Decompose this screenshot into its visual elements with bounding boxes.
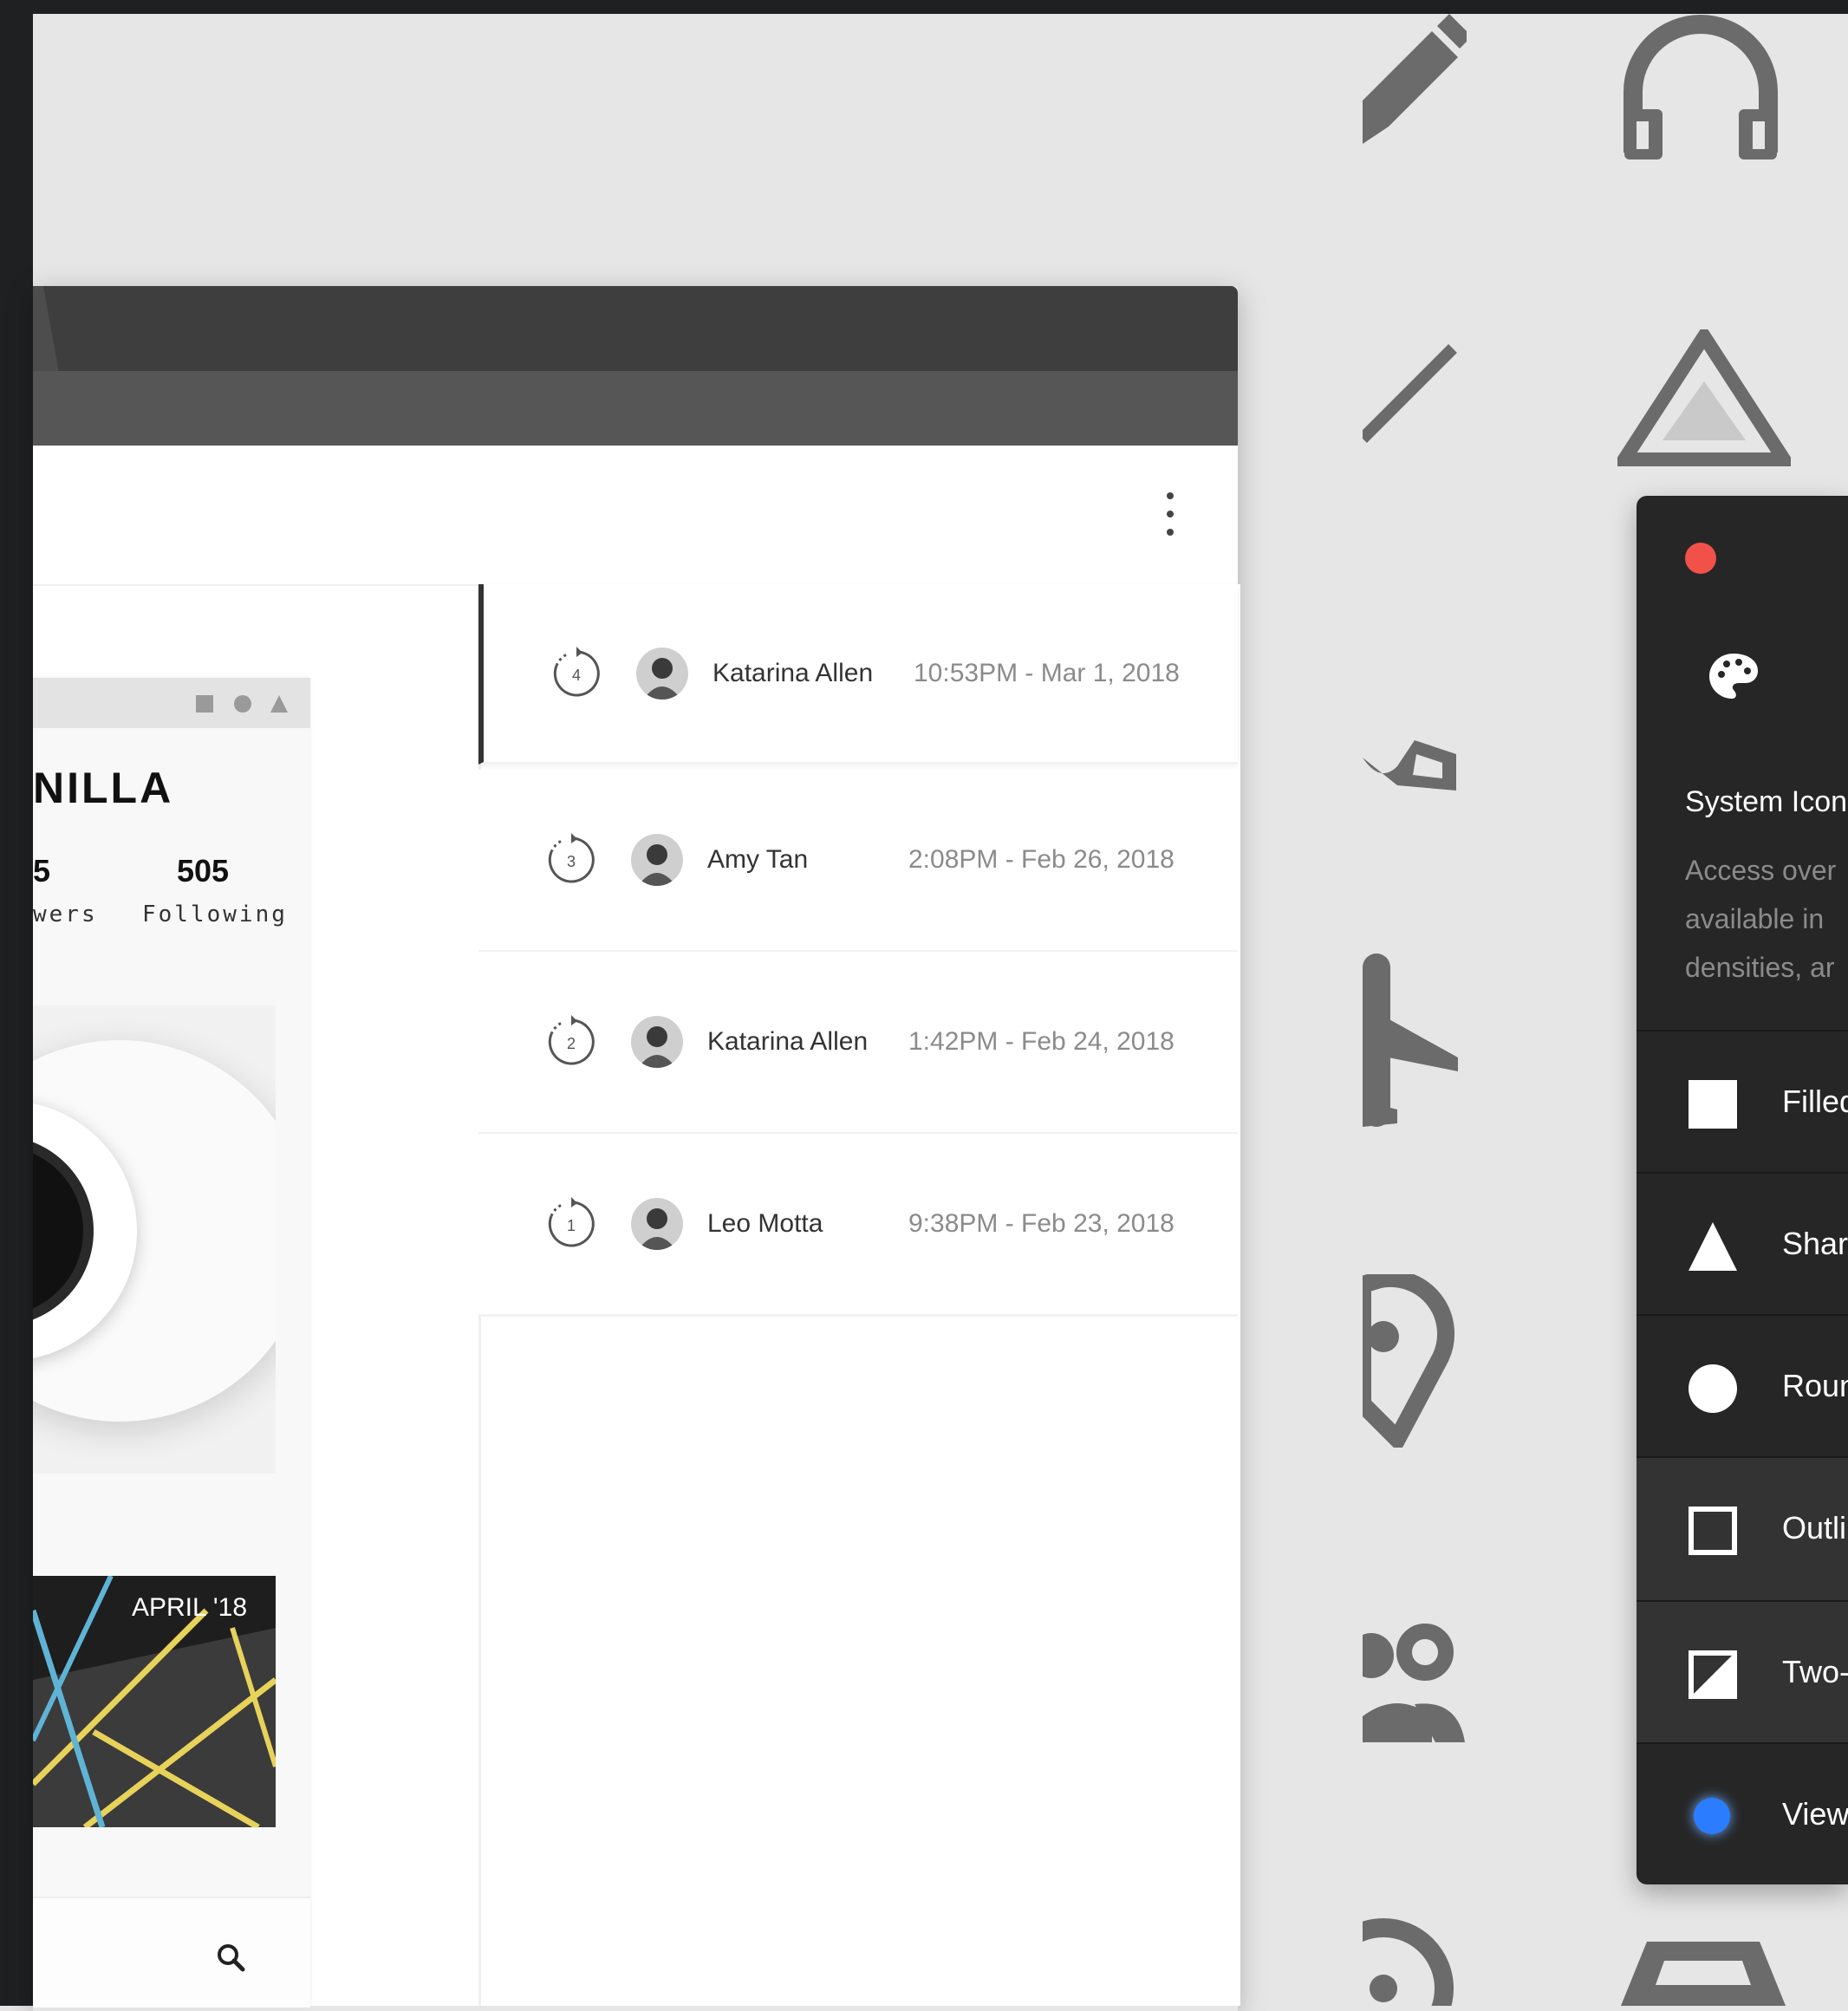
location-pin-icon [1363,1274,1454,1448]
profile-name: NILLA [33,764,174,812]
option-label: Two- [1782,1654,1848,1689]
window-frame-left [0,0,33,2006]
status-bar [33,678,310,728]
author-name: Katarina Allen [713,658,874,687]
headphones-icon [1624,15,1778,159]
restore-version-icon[interactable]: 2 [544,1015,598,1069]
status-square-icon [196,695,213,713]
version-timestamp: 2:08PM - Feb 26, 2018 [908,845,1175,874]
photo-date-label: APRIL '18 [132,1593,248,1622]
version-number: 2 [567,1035,576,1052]
line-icon [1363,344,1457,443]
restore-version-icon[interactable]: 3 [544,833,598,887]
option-round[interactable]: Round [1637,1314,1848,1458]
avatar [631,834,683,886]
followers-count: 5 [33,853,51,888]
more-options-icon[interactable] [1162,492,1179,536]
version-number: 4 [572,667,581,684]
browser-title-bar [33,286,1238,373]
option-outlined[interactable]: Outli [1637,1456,1848,1600]
option-label: Sharp [1782,1226,1848,1261]
following-count: 505 [177,853,230,888]
version-timestamp: 1:42PM - Feb 24, 2018 [908,1027,1175,1056]
palette-icon [1709,654,1758,699]
panel-description-line: densities, ar [1685,952,1835,983]
car-icon [1621,1942,1786,2006]
version-row[interactable]: 4 Katarina Allen 10:53PM - Mar 1, 2018 [478,584,1238,765]
following-label: Following [142,901,288,927]
sharp-triangle-icon [1689,1222,1737,1271]
browser-toolbar [33,371,1238,446]
version-row[interactable]: 2 Katarina Allen 1:42PM - Feb 24, 2018 [478,952,1238,1135]
pencil-icon [1363,14,1467,144]
restore-version-icon[interactable]: 4 [550,646,603,700]
warning-triangle-icon [1617,329,1791,466]
panel-description-line: Access over [1685,855,1837,886]
version-row[interactable]: 1 Leo Motta 9:38PM - Feb 23, 2018 [478,1134,1238,1317]
flight-icon [1363,953,1458,1127]
app-header [33,446,1238,586]
two-tone-square-icon [1689,1650,1737,1699]
option-label: Round [1782,1368,1848,1403]
version-number: 1 [567,1217,576,1234]
lens-icon [1363,1918,1454,2006]
panel-description: Access over available in densities, ar [1685,846,1836,992]
option-filled[interactable]: Filled [1637,1030,1848,1174]
blue-dot-icon [1694,1798,1730,1834]
search-bar[interactable] [33,1897,310,2008]
author-name: Leo Motta [707,1209,823,1238]
option-sharp[interactable]: Sharp [1637,1172,1848,1316]
close-dot-icon[interactable] [1685,543,1716,574]
option-two-tone[interactable]: Two- [1637,1600,1848,1744]
outline-square-icon [1689,1507,1737,1555]
round-circle-icon [1689,1364,1737,1413]
restore-version-icon[interactable]: 1 [544,1197,598,1251]
avatar [631,1198,683,1250]
status-circle-icon [234,695,251,713]
panel-description-line: available in [1685,903,1825,934]
version-timestamp: 10:53PM - Mar 1, 2018 [914,658,1180,687]
author-name: Amy Tan [707,845,809,874]
option-view[interactable]: View [1637,1742,1848,1886]
filled-square-icon [1689,1080,1737,1129]
people-icon [1363,1624,1465,1742]
version-row[interactable]: 3 Amy Tan 2:08PM - Feb 26, 2018 [478,770,1238,953]
option-label: Outli [1782,1510,1847,1546]
coffee-photo [33,1006,276,1474]
version-timestamp: 9:38PM - Feb 23, 2018 [908,1209,1175,1238]
option-label: Filled [1782,1084,1848,1119]
gesture-icon [1363,740,1456,791]
search-icon[interactable] [215,1942,246,1973]
followers-label: wers [33,901,98,927]
window-frame-top [0,0,1848,14]
version-number: 3 [567,853,576,870]
avatar [631,1016,683,1068]
option-label: View [1782,1796,1848,1832]
avatar [636,647,688,700]
panel-title: System Icon [1685,785,1848,818]
author-name: Katarina Allen [707,1027,869,1056]
